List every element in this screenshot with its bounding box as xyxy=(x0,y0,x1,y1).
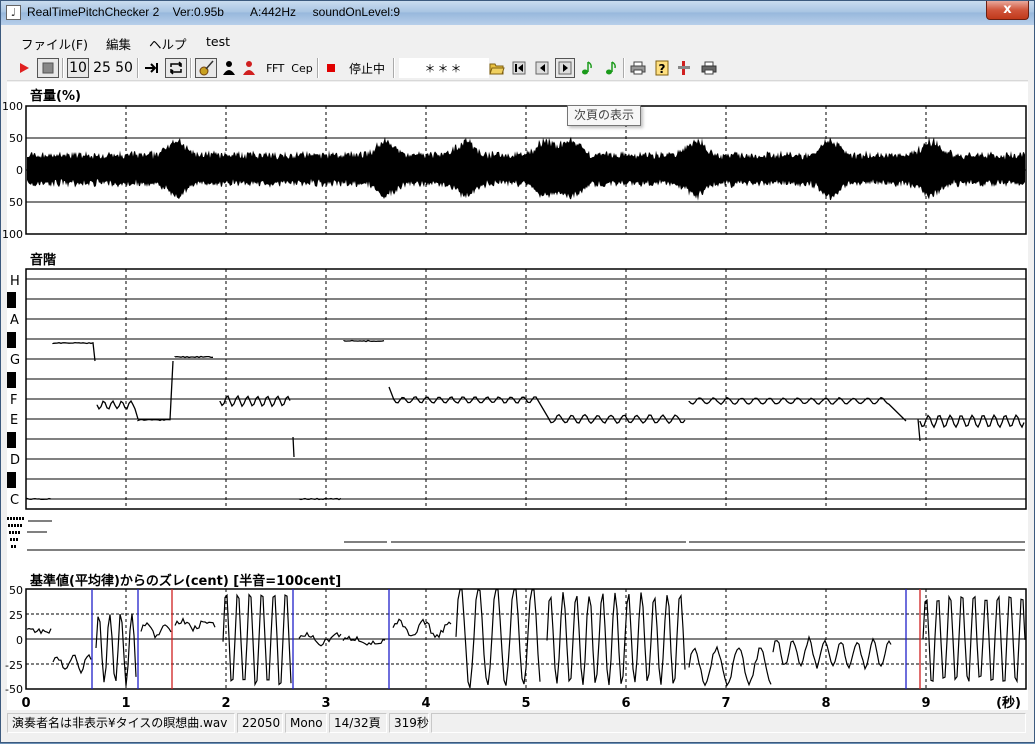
octave-indicator xyxy=(22,517,24,520)
black-key xyxy=(7,432,16,448)
status-sample-rate: 22050 xyxy=(237,713,283,733)
black-key xyxy=(7,372,16,388)
note-label-h: H xyxy=(10,274,20,289)
octave-indicator xyxy=(15,531,17,534)
octave-indicator xyxy=(14,545,16,548)
status-page: 14/32頁 xyxy=(329,713,387,733)
note-label-c: C xyxy=(10,493,19,508)
octave-indicator xyxy=(11,524,13,527)
status-channels: Mono xyxy=(285,713,327,733)
volume-tick-0: 0 xyxy=(16,164,23,177)
status-filename: 演奏者名は非表示¥タイスの瞑想曲.wav xyxy=(7,713,235,733)
time-tick-8: 8 xyxy=(821,696,830,711)
octave-indicator xyxy=(20,524,22,527)
volume-tick-50: 50 xyxy=(9,132,23,145)
octave-indicator xyxy=(16,538,18,541)
time-tick-9: 9 xyxy=(921,696,930,711)
octave-indicator xyxy=(18,531,20,534)
volume-tick-neg50: 50 xyxy=(9,196,23,209)
next-page-tooltip: 次頁の表示 xyxy=(567,105,642,126)
cent-tick-neg50: -50 xyxy=(5,683,23,696)
time-tick-7: 7 xyxy=(721,696,730,711)
time-tick-2: 2 xyxy=(221,696,230,711)
status-duration: 319秒 xyxy=(389,713,429,733)
time-tick-4: 4 xyxy=(421,696,430,711)
octave-indicator xyxy=(9,531,11,534)
scale-panel: H A G F E D C xyxy=(7,268,1027,510)
time-tick-5: 5 xyxy=(521,696,530,711)
black-key xyxy=(7,292,16,308)
note-label-f: F xyxy=(10,393,17,408)
octave-indicator xyxy=(7,517,9,520)
status-bar: 演奏者名は非表示¥タイスの瞑想曲.wav 22050 Mono 14/32頁 3… xyxy=(7,712,1028,734)
time-axis: (秒) 0 1 2 3 4 5 6 7 8 9 xyxy=(21,695,1021,711)
volume-title: 音量(%) xyxy=(30,89,81,104)
octave-indicator xyxy=(11,545,13,548)
status-empty xyxy=(431,713,1026,733)
octave-indicator xyxy=(14,524,16,527)
octave-indicator xyxy=(13,517,15,520)
octave-indicator xyxy=(19,517,21,520)
volume-panel: 100 50 0 50 100 xyxy=(2,100,1027,241)
cent-tick-50: 50 xyxy=(9,584,23,597)
note-label-a: A xyxy=(10,313,19,328)
octave-strip xyxy=(7,517,1025,551)
time-unit-label: (秒) xyxy=(996,695,1021,711)
octave-indicator xyxy=(12,531,14,534)
octave-indicator xyxy=(10,517,12,520)
note-label-e: E xyxy=(10,413,18,428)
time-tick-6: 6 xyxy=(621,696,630,711)
octave-indicator xyxy=(17,524,19,527)
black-key xyxy=(7,332,16,348)
app-window: ♩ RealTimePitchChecker 2 Ver:0.95b A:442… xyxy=(0,0,1035,743)
time-tick-0: 0 xyxy=(21,696,30,711)
time-tick-3: 3 xyxy=(321,696,330,711)
time-tick-1: 1 xyxy=(121,696,130,711)
octave-indicator xyxy=(8,524,10,527)
scale-title: 音階 xyxy=(30,253,57,268)
plots-canvas: 100 50 0 50 100 H A G F E D C 50 25 0 -2… xyxy=(2,100,1027,711)
octave-indicator xyxy=(16,517,18,520)
octave-indicator xyxy=(13,538,15,541)
volume-tick-neg100: 100 xyxy=(2,228,23,241)
cent-tick-neg25: -25 xyxy=(5,659,23,672)
cent-tick-25: 25 xyxy=(9,609,23,622)
deviation-panel: 50 25 0 -25 -50 xyxy=(5,584,1027,696)
note-label-g: G xyxy=(10,353,20,368)
black-key xyxy=(7,472,16,488)
octave-indicator xyxy=(10,538,12,541)
note-label-d: D xyxy=(10,453,20,468)
volume-tick-100: 100 xyxy=(2,100,23,113)
deviation-title: 基準値(平均律)からのズレ(cent) [半音=100cent] xyxy=(30,574,342,589)
cent-tick-0: 0 xyxy=(16,634,23,647)
